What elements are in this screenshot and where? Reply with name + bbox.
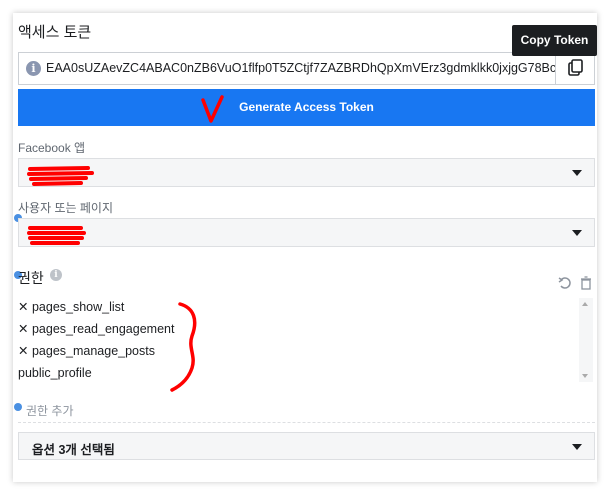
- permission-item[interactable]: ✕ pages_show_list: [18, 296, 578, 318]
- permission-item[interactable]: ✕ pages_read_engagement: [18, 318, 578, 340]
- permission-label: pages_manage_posts: [31, 344, 155, 358]
- trash-icon[interactable]: [580, 276, 592, 290]
- permission-item[interactable]: ✕ pages_manage_posts: [18, 340, 578, 362]
- access-token-field[interactable]: i EAA0sUZAevZC4ABAC0nZB6VuO1flfp0T5ZCtjf…: [18, 52, 595, 85]
- facebook-app-label: Facebook 앱: [18, 141, 86, 155]
- permission-item: public_profile: [18, 362, 578, 384]
- copy-icon: [568, 59, 583, 76]
- redaction-scribble: [27, 166, 94, 186]
- info-icon: i: [50, 269, 62, 281]
- facebook-app-select[interactable]: [18, 158, 595, 187]
- permission-label: pages_show_list: [31, 300, 125, 314]
- add-permission-label[interactable]: 권한 추가: [26, 402, 74, 419]
- permissions-list: ✕ pages_show_list ✕ pages_read_engagemen…: [18, 296, 578, 384]
- permissions-title: 권한: [18, 270, 44, 286]
- access-token-title: 액세스 토큰: [18, 24, 92, 41]
- undo-icon[interactable]: [558, 276, 572, 290]
- remove-permission-icon[interactable]: ✕: [18, 300, 28, 314]
- user-or-page-label: 사용자 또는 페이지: [18, 201, 113, 215]
- copy-token-tooltip: Copy Token: [512, 25, 597, 56]
- step-marker: [14, 403, 22, 411]
- scroll-up-icon[interactable]: [582, 302, 588, 306]
- user-or-page-select[interactable]: [18, 218, 595, 247]
- bracket-annotation: [170, 302, 197, 392]
- divider: [18, 422, 595, 423]
- chevron-down-icon: [572, 230, 582, 236]
- copy-token-button[interactable]: [555, 53, 594, 84]
- access-token-value[interactable]: EAA0sUZAevZC4ABAC0nZB6VuO1flfp0T5ZCtjf7Z…: [46, 61, 556, 78]
- permission-label: public_profile: [18, 366, 92, 380]
- permissions-options-select[interactable]: 옵션 3개 선택됨: [18, 432, 595, 460]
- redaction-scribble: [27, 226, 86, 245]
- chevron-down-icon: [572, 444, 582, 450]
- permissions-scrollbar[interactable]: [579, 298, 593, 382]
- remove-permission-icon[interactable]: ✕: [18, 344, 28, 358]
- generate-access-token-button[interactable]: Generate Access Token: [18, 89, 595, 126]
- options-selected-text: 옵션 3개 선택됨: [32, 443, 115, 457]
- permission-label: pages_read_engagement: [31, 322, 175, 336]
- checkmark-annotation: [201, 95, 224, 123]
- chevron-down-icon: [572, 170, 582, 176]
- info-icon: i: [26, 61, 41, 76]
- scroll-down-icon[interactable]: [582, 374, 588, 378]
- remove-permission-icon[interactable]: ✕: [18, 322, 28, 336]
